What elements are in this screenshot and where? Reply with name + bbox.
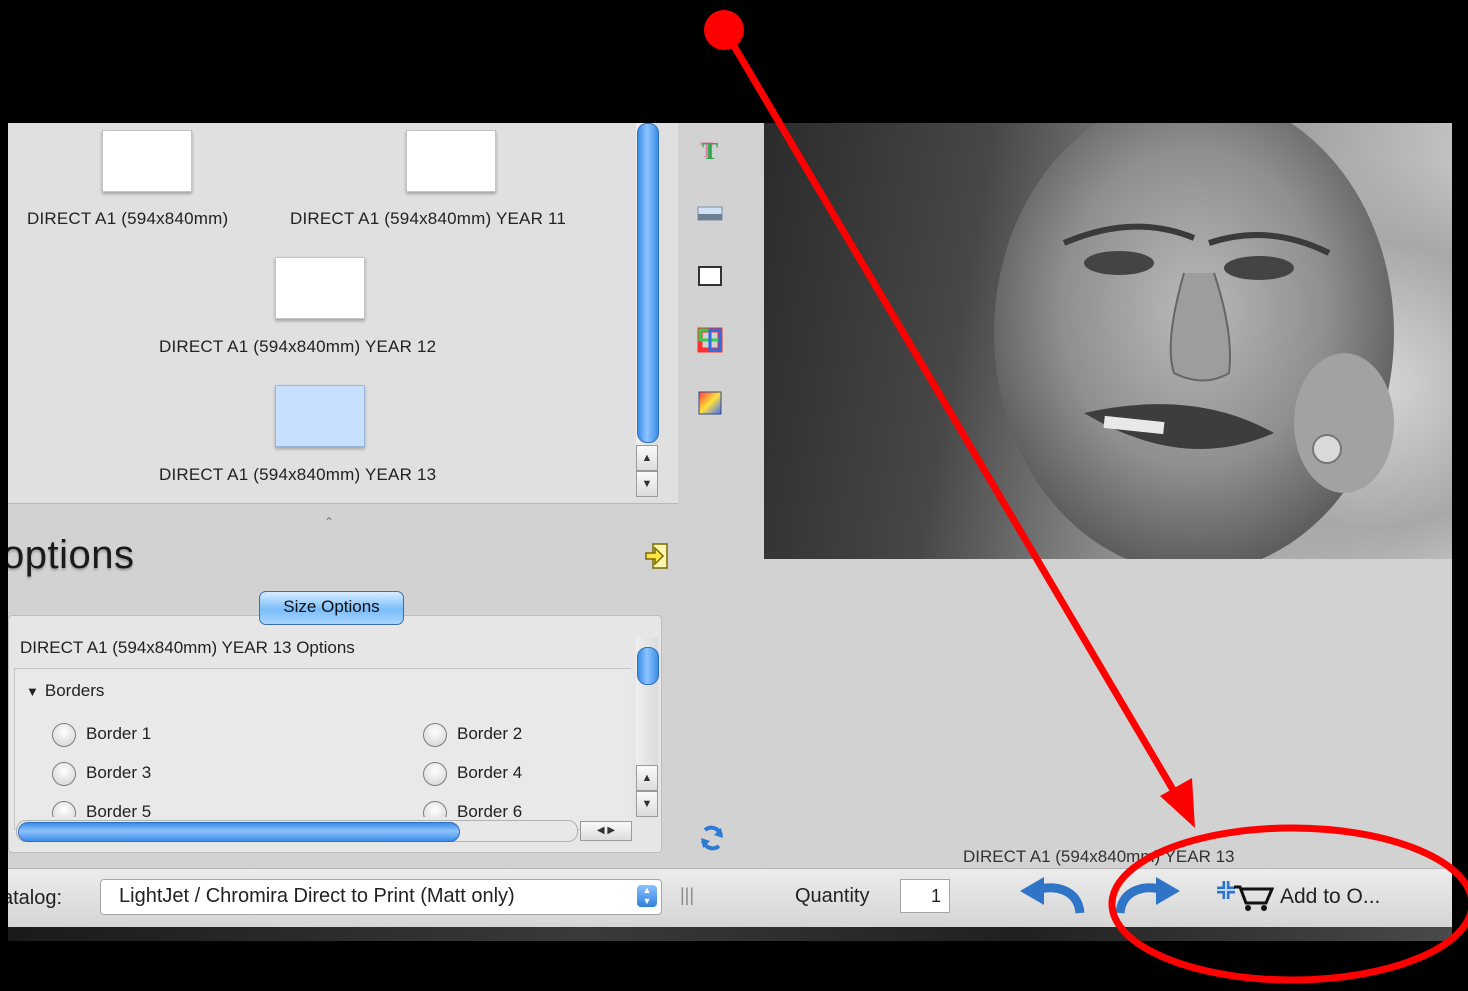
export-icon[interactable] <box>644 542 670 570</box>
size-list: DIRECT A1 (594x840mm) DIRECT A1 (594x840… <box>8 123 678 504</box>
svg-text:T: T <box>700 137 714 162</box>
radio-label: Border 4 <box>457 763 523 782</box>
color-frame-tool-icon[interactable] <box>697 327 723 353</box>
radio-label: Border 6 <box>457 802 523 817</box>
quantity-label: Quantity <box>795 885 870 907</box>
add-to-order-button[interactable]: Add to O... <box>1214 877 1424 917</box>
scrollbar-thumb[interactable] <box>637 123 659 443</box>
scrollbar-thumb[interactable] <box>18 822 460 842</box>
add-to-order-label: Add to O... <box>1280 885 1381 908</box>
background-strip <box>8 927 1452 941</box>
size-label[interactable]: DIRECT A1 (594x840mm) <box>27 209 228 229</box>
size-label[interactable]: DIRECT A1 (594x840mm) YEAR 12 <box>159 337 436 357</box>
disclosure-triangle-icon[interactable]: ▼ <box>26 684 39 699</box>
radio-label: Border 5 <box>86 802 152 817</box>
radio-button[interactable] <box>52 723 76 747</box>
gradient-tool-icon[interactable] <box>697 390 723 416</box>
photo-preview[interactable] <box>764 123 1452 559</box>
radio-button[interactable] <box>423 801 447 817</box>
options-title: options <box>8 533 135 577</box>
catalog-selected-value: LightJet / Chromira Direct to Print (Mat… <box>119 885 515 907</box>
scroll-up-button[interactable]: ▲ <box>636 765 658 791</box>
refresh-icon[interactable] <box>697 823 723 851</box>
options-scrollbar[interactable] <box>636 637 659 765</box>
annotation-start-dot <box>704 10 744 50</box>
size-label-selected[interactable]: DIRECT A1 (594x840mm) YEAR 13 <box>159 465 436 485</box>
borders-title: Borders <box>44 681 105 700</box>
quantity-input[interactable]: 1 <box>900 879 950 913</box>
print-order-window: DIRECT A1 (594x840mm) DIRECT A1 (594x840… <box>8 123 1452 941</box>
radio-button[interactable] <box>423 762 447 786</box>
scrollbar-thumb[interactable] <box>637 647 659 685</box>
image-tool-icon[interactable] <box>697 200 723 226</box>
horizontal-scroll-arrows[interactable]: ◀ ▶ <box>580 821 632 841</box>
radio-label: Border 3 <box>86 763 152 782</box>
catalog-select[interactable]: LightJet / Chromira Direct to Print (Mat… <box>100 879 662 915</box>
redo-button[interactable] <box>1112 875 1182 919</box>
options-horizontal-scrollbar[interactable] <box>16 820 578 842</box>
portrait-photo <box>994 123 1394 559</box>
size-thumbnail[interactable] <box>102 130 192 192</box>
options-group-title: DIRECT A1 (594x840mm) YEAR 13 Options <box>18 638 357 658</box>
preview-caption: DIRECT A1 (594x840mm) YEAR 13 <box>963 847 1235 866</box>
select-stepper-icon[interactable]: ▲ ▼ <box>637 885 657 907</box>
radio-button[interactable] <box>52 801 76 817</box>
size-thumbnail-selected[interactable] <box>275 385 365 447</box>
size-thumbnail[interactable] <box>275 257 365 319</box>
border-row-clip: Border 5 Border 6 <box>8 795 630 817</box>
scroll-down-button[interactable]: ▼ <box>636 471 658 497</box>
catalog-label: atalog: <box>8 887 63 909</box>
size-options-tab[interactable]: Size Options <box>259 591 404 625</box>
toolbar-grip[interactable]: ||| <box>680 885 694 906</box>
undo-icon <box>1020 877 1085 914</box>
scroll-down-button[interactable]: ▼ <box>636 791 658 817</box>
radio-label: Border 2 <box>457 724 523 743</box>
frame-tool-icon[interactable] <box>697 263 723 289</box>
radio-label: Border 1 <box>86 724 152 743</box>
size-label[interactable]: DIRECT A1 (594x840mm) YEAR 11 <box>290 209 566 229</box>
text-tool-icon[interactable]: TT <box>697 137 723 165</box>
add-to-cart-icon <box>1217 881 1274 911</box>
size-thumbnail[interactable] <box>406 130 496 192</box>
splitter-handle[interactable]: ⌃ <box>324 515 334 529</box>
borders-section-header[interactable]: ▼ Borders <box>26 681 104 701</box>
radio-button[interactable] <box>423 723 447 747</box>
redo-icon <box>1115 877 1180 914</box>
scroll-up-button[interactable]: ▲ <box>636 445 658 471</box>
size-list-scrollbar[interactable] <box>636 123 659 497</box>
radio-button[interactable] <box>52 762 76 786</box>
undo-button[interactable] <box>1018 875 1088 919</box>
